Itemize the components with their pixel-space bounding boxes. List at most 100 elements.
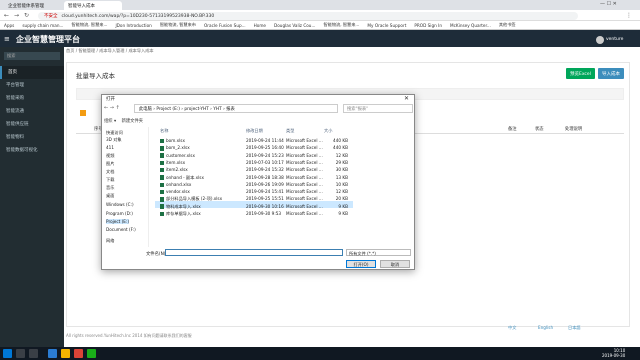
- back-icon[interactable]: ←: [4, 12, 9, 19]
- bookmark[interactable]: 智能物流, 智慧来...: [71, 22, 107, 28]
- sidebar-item-circulation[interactable]: 智能流通: [0, 105, 64, 118]
- column-header[interactable]: 类型: [286, 128, 294, 134]
- preview-excel-button[interactable]: 预览Excel: [566, 68, 595, 79]
- bookmarks-bar: Apps supply chain man... 智能物流, 智慧来... JD…: [0, 21, 640, 30]
- sidebar-item-home[interactable]: 首页: [0, 66, 64, 79]
- tree-item[interactable]: 桌面: [106, 193, 114, 199]
- file-row-size: 13 KB: [324, 175, 348, 180]
- file-date-text: 2019-09-30 9:53: [246, 211, 282, 216]
- footer-link[interactable]: 日本語: [568, 325, 581, 331]
- tree-item[interactable]: 网络: [106, 238, 114, 244]
- tree-item[interactable]: 视频: [106, 153, 114, 159]
- taskbar-clock[interactable]: 10:10 2019-09-30: [602, 348, 625, 358]
- footer-link[interactable]: 中文: [508, 325, 516, 331]
- file-date-text: 2019-09-24 15:41: [246, 189, 284, 195]
- tree-item[interactable]: 411: [106, 145, 114, 150]
- bookmark[interactable]: Oracle Fusion Sup...: [204, 23, 246, 28]
- tree-item[interactable]: Windows (C:): [106, 202, 134, 207]
- tree-item[interactable]: Project (E:): [106, 219, 129, 224]
- filetype-select[interactable]: 所有文件 (*.*): [346, 249, 411, 256]
- file-type-text: Microsoft Excel ...: [286, 138, 323, 143]
- chrome-icon[interactable]: [74, 349, 83, 358]
- footer-link[interactable]: English: [538, 325, 553, 330]
- file-name-text: vendor.xlsx: [166, 189, 190, 195]
- browser-tab-1[interactable]: 企业智能体系管理: [4, 1, 62, 10]
- file-row-name[interactable]: onhand.xlsx: [160, 182, 191, 188]
- window-controls[interactable]: — ☐ ✕: [600, 1, 617, 7]
- column-header[interactable]: 大小: [324, 128, 332, 134]
- file-type-text: Microsoft Excel ...: [286, 181, 323, 187]
- explorer-icon[interactable]: [61, 349, 70, 358]
- column-header[interactable]: 修改日期: [246, 128, 263, 134]
- user-name[interactable]: venture: [606, 37, 623, 42]
- bookmark[interactable]: My Oracle Support: [367, 23, 406, 28]
- bookmark[interactable]: Apps: [4, 23, 14, 28]
- bookmark[interactable]: Douglas Valiz Cou...: [274, 23, 315, 28]
- file-row-size: 440 KB: [324, 145, 348, 150]
- tree-item[interactable]: 文档: [106, 169, 114, 175]
- back-icon[interactable]: ← → ↑: [104, 105, 120, 111]
- file-row-date: 2019-09-26 19:09: [246, 182, 284, 187]
- reload-icon[interactable]: ↻: [24, 12, 29, 19]
- bookmark[interactable]: supply chain man...: [22, 23, 63, 28]
- file-row-name[interactable]: onhand - 副本.xlsx: [160, 175, 204, 181]
- avatar[interactable]: [596, 36, 604, 44]
- bookmark[interactable]: 智能物流, 智慧来...: [323, 22, 359, 28]
- sidebar-item-material[interactable]: 智能物料: [0, 131, 64, 144]
- search-icon[interactable]: [16, 349, 25, 358]
- filename-input[interactable]: [165, 249, 343, 256]
- sidebar-item-purchase[interactable]: 智能采购: [0, 92, 64, 105]
- cancel-button[interactable]: 取消: [380, 260, 410, 268]
- forward-icon[interactable]: →: [14, 12, 19, 19]
- tree-item[interactable]: 3D 对象: [106, 137, 122, 143]
- bookmark[interactable]: McKinsey Quarter...: [450, 23, 491, 28]
- browser-tab-2[interactable]: 智能导入成本: [64, 1, 122, 10]
- file-row-date: 2019-09-24 15:32: [246, 167, 284, 172]
- file-row-size: 9 KB: [324, 204, 348, 209]
- bookmark[interactable]: 其他书签: [499, 22, 516, 28]
- file-row-name[interactable]: item2.xlsx: [160, 167, 188, 173]
- taskview-icon[interactable]: [29, 349, 38, 358]
- file-row-name[interactable]: vendor.xlsx: [160, 189, 190, 195]
- column-header: 备注: [508, 127, 517, 132]
- file-row-name[interactable]: 物料成本导入.xlsx: [160, 204, 201, 210]
- path-bar[interactable]: 此电脑 › Project (E:) › project-YHT › YHT ›…: [134, 104, 338, 113]
- url-bar[interactable]: 不安全 cloud.yunhitech.com/wap/?p=10D230-571…: [38, 12, 578, 20]
- file-row-name[interactable]: bom_2.xlsx: [160, 145, 190, 151]
- tree-item[interactable]: Document (F:): [106, 227, 136, 232]
- bookmark[interactable]: JDon Introduction: [115, 23, 151, 28]
- start-icon[interactable]: [3, 349, 12, 358]
- column-header: 状态: [535, 127, 544, 132]
- tree-item[interactable]: 下载: [106, 177, 114, 183]
- sidebar-item-platform[interactable]: 平台管理: [0, 79, 64, 92]
- wechat-icon[interactable]: [87, 349, 96, 358]
- file-row-name[interactable]: 库存单据导入.xlsx: [160, 211, 201, 217]
- sidebar-item-supply-chain[interactable]: 智能供应链: [0, 118, 64, 131]
- file-row-type: Microsoft Excel ...: [286, 196, 323, 201]
- dialog-search-input[interactable]: 搜索"报表": [343, 104, 413, 113]
- close-icon[interactable]: ✕: [404, 95, 409, 102]
- open-button[interactable]: 打开(O): [346, 260, 376, 268]
- new-folder-button[interactable]: 新建文件夹: [122, 119, 143, 124]
- file-row-name[interactable]: bom.xlsx: [160, 138, 185, 144]
- menu-toggle-icon[interactable]: ≡: [4, 35, 10, 43]
- edge-icon[interactable]: [48, 349, 57, 358]
- organize-button[interactable]: 组织 ▾: [104, 119, 116, 124]
- file-row-name[interactable]: item.xlsx: [160, 160, 185, 166]
- bookmark[interactable]: PROD Sign In: [414, 23, 442, 28]
- file-row-size: 20 KB: [324, 196, 348, 201]
- tree-item[interactable]: 音乐: [106, 185, 114, 191]
- bookmark[interactable]: 智能物流, 智慧来市: [160, 22, 196, 28]
- column-header[interactable]: 名称: [160, 128, 168, 134]
- file-row-name[interactable]: 部分料品导入模板 (2-项).xlsx: [160, 196, 222, 202]
- sidebar-search-input[interactable]: 搜索: [4, 52, 60, 60]
- menu-icon[interactable]: ⋮: [626, 12, 632, 19]
- tree-item[interactable]: 图片: [106, 161, 114, 167]
- file-row-name[interactable]: customer.xlsx: [160, 153, 195, 158]
- import-cost-button[interactable]: 导入成本: [598, 68, 624, 79]
- bookmark[interactable]: Home: [254, 23, 266, 28]
- tree-item[interactable]: 快速访问: [106, 130, 123, 136]
- file-date-text: 2019-09-28 18:38: [246, 174, 284, 180]
- sidebar-item-dataviz[interactable]: 智能数据可视化: [0, 144, 64, 157]
- tree-item[interactable]: Program (D:): [106, 211, 133, 216]
